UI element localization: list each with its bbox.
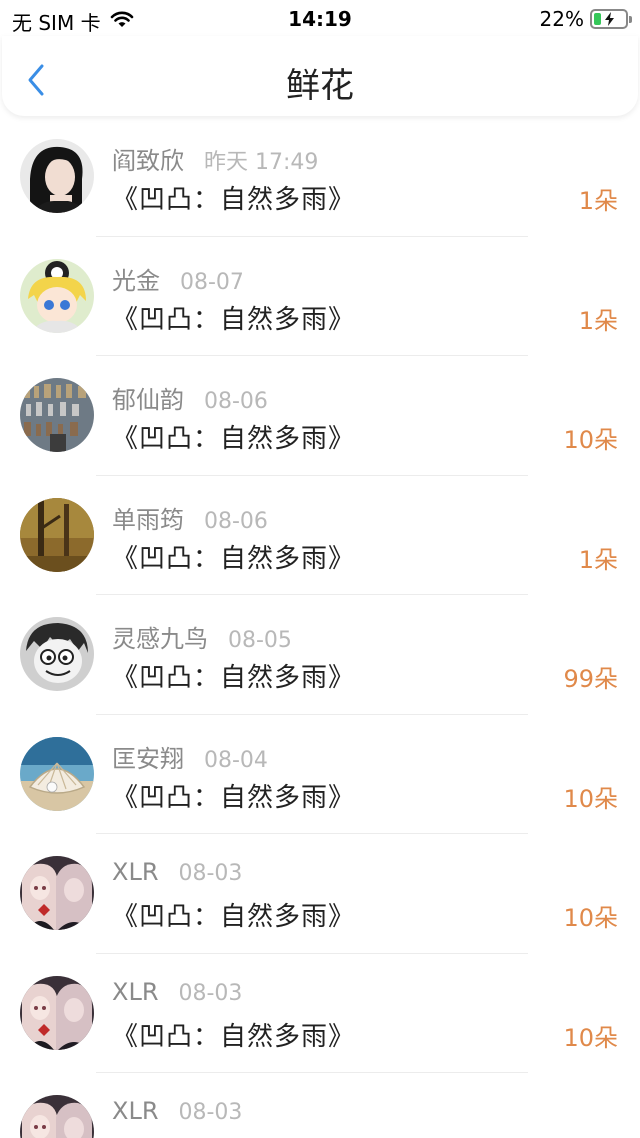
list-item[interactable]: XLR 08-03 《凹凸：自然多雨》 10朵 xyxy=(0,834,640,954)
flower-count: 10朵 xyxy=(563,904,618,932)
page-title: 鲜花 xyxy=(286,66,354,106)
avatar-anime-girls[interactable] xyxy=(20,975,94,1050)
flower-list: 阎致欣 昨天 17:49 《凹凸：自然多雨》 1朵 光金 08-07 《凹凸：自… xyxy=(0,117,640,1138)
avatar-seashell-pearl[interactable] xyxy=(20,736,94,811)
item-time: 08-05 xyxy=(228,628,292,653)
item-time: 昨天 17:49 xyxy=(204,150,319,175)
avatar-autumn-forest[interactable] xyxy=(20,497,94,572)
user-name[interactable]: 郁仙韵 xyxy=(112,380,184,415)
avatar-anime-girls[interactable] xyxy=(20,1095,94,1138)
gift-title: 《凹凸：自然多雨》 xyxy=(112,1021,356,1052)
flower-count: 1朵 xyxy=(578,187,618,215)
user-name[interactable]: XLR xyxy=(112,978,159,1006)
list-item[interactable]: 灵感九鸟 08-05 《凹凸：自然多雨》 99朵 xyxy=(0,595,640,715)
flower-count: 10朵 xyxy=(563,784,618,813)
user-name[interactable]: XLR xyxy=(112,1097,159,1125)
list-item[interactable]: 阎致欣 昨天 17:49 《凹凸：自然多雨》 1朵 xyxy=(0,117,640,237)
avatar-meme-face[interactable] xyxy=(20,617,94,691)
item-meta: 郁仙韵 08-06 xyxy=(112,380,268,415)
gift-title: 《凹凸：自然多雨》 xyxy=(112,663,356,693)
battery-cap xyxy=(629,16,632,23)
avatar-anime-blond-boy[interactable] xyxy=(20,258,94,333)
gift-title: 《凹凸：自然多雨》 xyxy=(112,185,356,215)
list-item[interactable]: 单雨筠 08-06 《凹凸：自然多雨》 1朵 xyxy=(0,476,640,595)
item-time: 08-06 xyxy=(204,508,268,534)
user-name[interactable]: 匡安翔 xyxy=(112,739,184,774)
avatar-anime-girls[interactable] xyxy=(20,856,94,930)
user-name[interactable]: 单雨筠 xyxy=(112,500,184,535)
list-item[interactable]: XLR 08-03 《凹凸：自然多雨》 10朵 xyxy=(0,954,640,1073)
item-meta: 匡安翔 08-04 xyxy=(112,739,268,774)
item-time: 08-06 xyxy=(204,389,268,414)
item-time: 08-03 xyxy=(178,980,243,1006)
gift-title: 《凹凸：自然多雨》 xyxy=(112,543,356,574)
item-time: 08-07 xyxy=(180,269,244,295)
list-item[interactable]: 光金 08-07 《凹凸：自然多雨》 1朵 xyxy=(0,237,640,356)
item-meta: 单雨筠 08-06 xyxy=(112,500,268,535)
gift-title: 《凹凸：自然多雨》 xyxy=(112,304,356,335)
user-name[interactable]: 光金 xyxy=(112,261,160,296)
flower-count: 10朵 xyxy=(563,426,618,454)
nav-bar: 鲜花 xyxy=(2,36,638,116)
flower-count: 99朵 xyxy=(563,665,618,693)
item-meta: 阎致欣 昨天 17:49 xyxy=(112,141,318,176)
item-time: 08-04 xyxy=(204,747,268,773)
gift-title: 《凹凸：自然多雨》 xyxy=(112,782,356,813)
avatar-bookshelf-wall[interactable] xyxy=(20,378,94,452)
user-name[interactable]: 灵感九鸟 xyxy=(112,619,208,654)
battery-group: 22% xyxy=(539,7,632,31)
gift-title: 《凹凸：自然多雨》 xyxy=(112,424,356,454)
user-name[interactable]: XLR xyxy=(112,858,159,886)
item-meta: XLR 08-03 xyxy=(112,858,242,886)
battery-percent: 22% xyxy=(539,7,584,31)
item-meta: XLR 08-03 xyxy=(112,1097,242,1125)
list-item[interactable]: XLR 08-03 《凹凸：自然多雨》 10朵 xyxy=(0,1073,640,1138)
item-meta: XLR 08-03 xyxy=(112,978,242,1006)
status-bar: 无 SIM 卡 14:19 22% xyxy=(0,0,640,36)
battery-icon xyxy=(590,9,632,29)
item-time: 08-03 xyxy=(178,861,243,886)
flower-count: 10朵 xyxy=(563,1023,618,1052)
charging-bolt-icon xyxy=(605,12,614,26)
user-name[interactable]: 阎致欣 xyxy=(112,141,184,176)
battery-fill xyxy=(594,13,601,25)
item-meta: 灵感九鸟 08-05 xyxy=(112,619,292,654)
avatar-woman-portrait[interactable] xyxy=(20,139,94,213)
list-item[interactable]: 郁仙韵 08-06 《凹凸：自然多雨》 10朵 xyxy=(0,356,640,476)
gift-title: 《凹凸：自然多雨》 xyxy=(112,902,356,932)
list-item[interactable]: 匡安翔 08-04 《凹凸：自然多雨》 10朵 xyxy=(0,715,640,834)
flower-count: 1朵 xyxy=(578,306,618,335)
item-time: 08-03 xyxy=(178,1100,243,1125)
item-meta: 光金 08-07 xyxy=(112,261,244,296)
flower-count: 1朵 xyxy=(578,545,618,574)
